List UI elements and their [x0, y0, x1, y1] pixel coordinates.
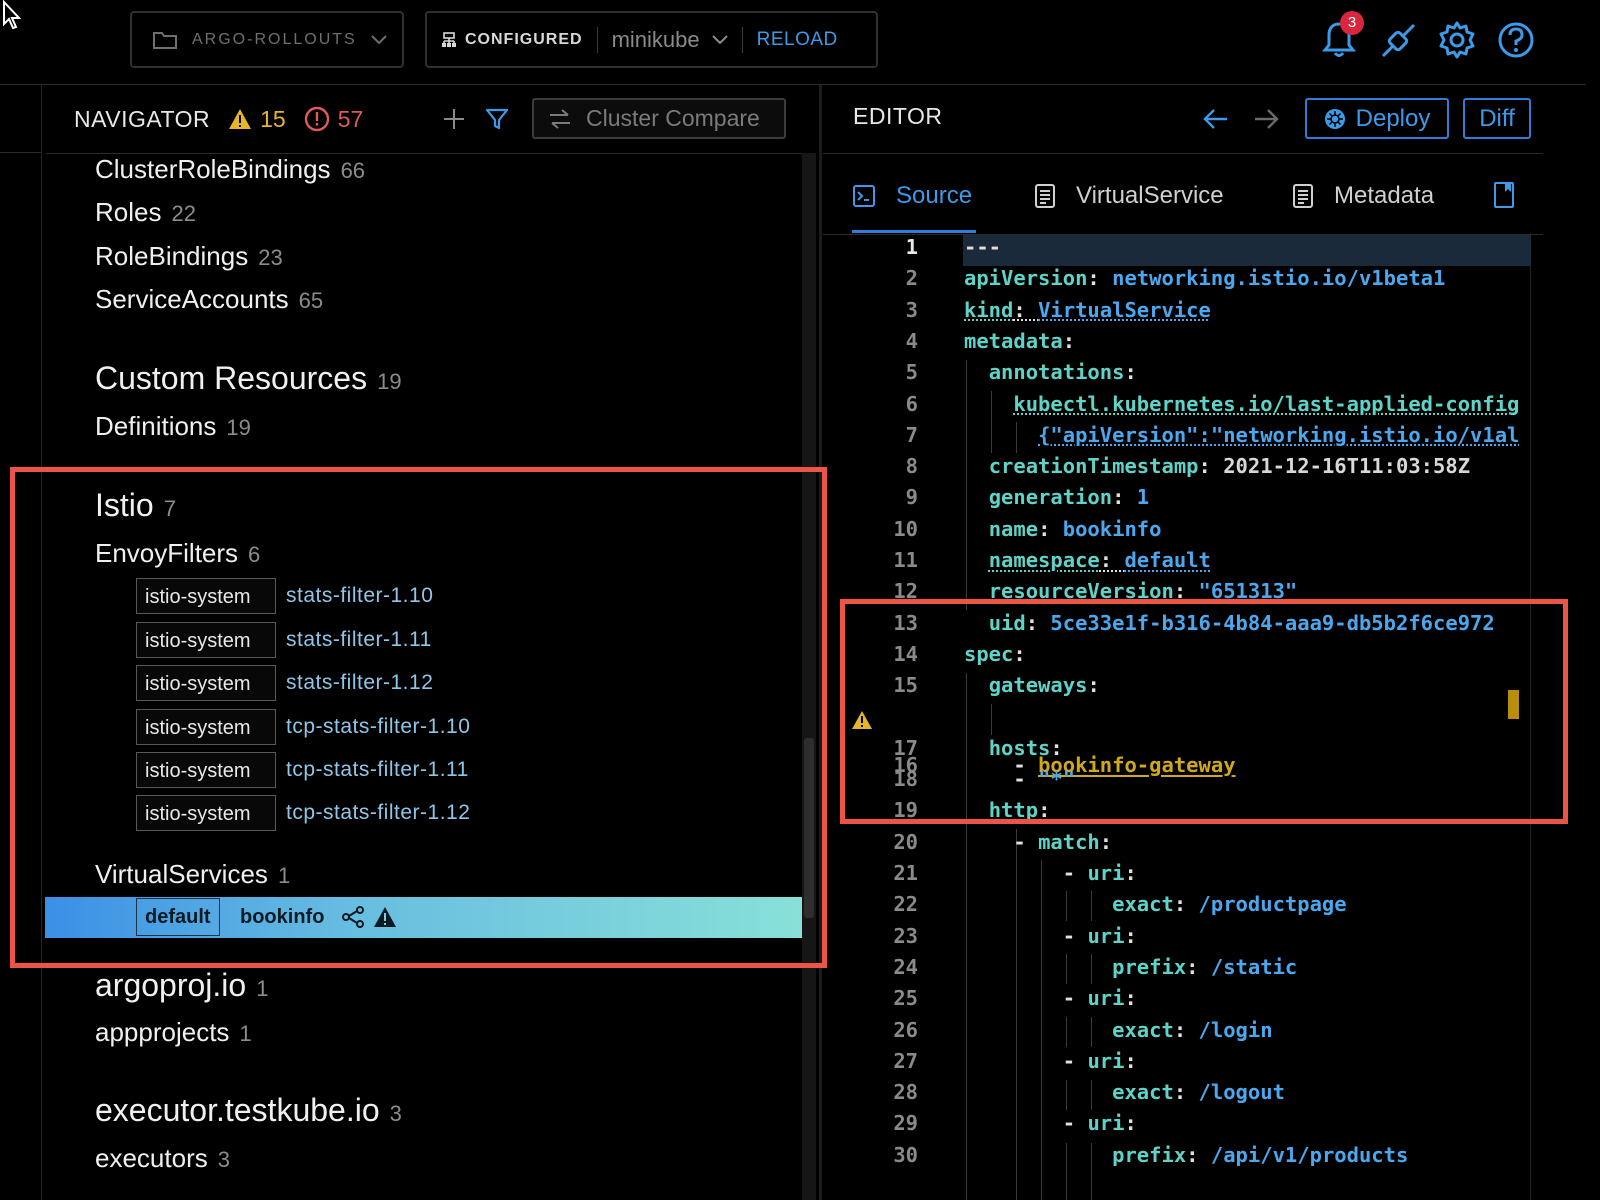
code-line: 3 kind: VirtualService	[905, 297, 1211, 322]
navigator-title: NAVIGATOR	[74, 105, 211, 132]
code-line: 29 - uri:	[893, 1111, 1137, 1136]
nav-item-roles[interactable]: Roles 22	[95, 197, 196, 228]
nav-group-argoproj[interactable]: argoproj.io 1	[95, 967, 268, 1004]
navigator-header: NAVIGATOR 15 57	[74, 101, 363, 137]
tab-label: VirtualService	[1076, 182, 1224, 209]
code-line: 9 generation: 1	[905, 485, 1150, 510]
filter-icon[interactable]	[485, 107, 509, 131]
warning-icon[interactable]	[228, 108, 252, 130]
plus-icon[interactable]	[443, 108, 465, 130]
code-line: 2 apiVersion: networking.istio.io/v1beta1	[905, 266, 1446, 291]
code-line: 20 - match:	[893, 829, 1113, 854]
deploy-button[interactable]: Deploy	[1305, 98, 1449, 139]
cluster-icon	[442, 31, 456, 47]
terminal-icon	[853, 185, 875, 207]
nav-item-serviceaccounts[interactable]: ServiceAccounts 65	[95, 284, 323, 315]
error-count: 57	[337, 105, 364, 132]
nav-item-rolebindings[interactable]: RoleBindings 23	[95, 241, 283, 272]
project-selector[interactable]: ARGO-ROLLOUTS	[130, 11, 404, 68]
code-line: 8 creationTimestamp: 2021-12-16T11:03:58…	[905, 454, 1471, 479]
plug-icon[interactable]	[1379, 20, 1417, 60]
chevron-down-icon[interactable]	[711, 34, 728, 45]
code-line: 10 name: bookinfo	[893, 516, 1162, 541]
document-icon	[1035, 184, 1055, 208]
cursor-icon	[3, 0, 22, 30]
cluster-status-label: CONFIGURED	[465, 30, 583, 48]
editor-title: EDITOR	[853, 103, 943, 129]
active-tab-indicator	[852, 230, 976, 233]
nav-item-executors[interactable]: executors 3	[95, 1143, 230, 1174]
nav-item-appprojects[interactable]: appprojects 1	[95, 1017, 252, 1048]
code-line: 11 namespace: default	[893, 548, 1211, 572]
project-name: ARGO-ROLLOUTS	[192, 30, 357, 48]
code-line: 7 {"apiVersion":"networking.istio.io/v1a…	[905, 422, 1520, 447]
arrow-left-icon[interactable]	[1203, 107, 1229, 131]
code-line: 21 - uri:	[893, 861, 1137, 885]
nav-group-testkube[interactable]: executor.testkube.io 3	[95, 1092, 402, 1129]
help-icon[interactable]	[1497, 20, 1535, 60]
notification-badge: 3	[1340, 11, 1364, 35]
cluster-compare-button[interactable]: Cluster Compare	[532, 98, 786, 139]
code-line: 25 - uri:	[893, 986, 1137, 1011]
code-line: 24 prefix: /static	[893, 954, 1298, 979]
gear-icon[interactable]	[1437, 20, 1477, 60]
deploy-label: Deploy	[1355, 104, 1431, 132]
divider	[596, 26, 598, 53]
bookmark-icon[interactable]	[1492, 181, 1516, 209]
tab-label: Source	[896, 182, 973, 209]
highlight-box-navigator	[10, 467, 827, 968]
arrow-right-icon[interactable]	[1253, 107, 1279, 131]
helm-icon	[1324, 108, 1345, 129]
cluster-status: CONFIGURED	[441, 31, 583, 49]
tab-virtualservice[interactable]: VirtualService	[1034, 178, 1224, 214]
code-line: 26 exact: /login	[893, 1017, 1273, 1042]
cluster-selector: CONFIGURED minikube RELOAD	[425, 11, 878, 68]
tab-source[interactable]: Source	[852, 178, 972, 214]
tab-metadata[interactable]: Metadata	[1292, 178, 1434, 214]
divider	[741, 26, 743, 53]
error-icon[interactable]	[304, 106, 330, 132]
code-line: 1 ---	[905, 235, 1002, 259]
code-line: 30 prefix: /api/v1/products	[893, 1142, 1409, 1167]
diff-button[interactable]: Diff	[1463, 98, 1531, 139]
nav-group-custom-resources[interactable]: Custom Resources 19	[95, 360, 402, 397]
code-line: 22 exact: /productpage	[893, 892, 1347, 917]
chevron-down-icon	[370, 34, 387, 44]
nav-item-clusterrolebindings[interactable]: ClusterRoleBindings 66	[95, 154, 365, 185]
divider	[823, 153, 1543, 154]
code-line: 27 - uri:	[893, 1048, 1137, 1073]
compare-icon	[550, 108, 570, 129]
tab-label: Metadata	[1334, 182, 1435, 209]
folder-icon	[153, 31, 177, 49]
cluster-compare-label: Cluster Compare	[586, 105, 760, 131]
code-line: 28 exact: /logout	[893, 1080, 1285, 1105]
document-icon	[1293, 184, 1313, 208]
highlight-box-editor	[840, 599, 1568, 824]
context-select[interactable]: minikube	[612, 27, 700, 53]
reload-button[interactable]: RELOAD	[757, 29, 838, 51]
code-line: 23 - uri:	[893, 923, 1137, 948]
warning-count: 15	[260, 105, 286, 132]
code-line: 6 kubectl.kubernetes.io/last-applied-con…	[905, 391, 1520, 416]
code-line: 5 annotations:	[905, 360, 1137, 385]
code-line: 4 metadata:	[905, 328, 1076, 353]
nav-item-definitions[interactable]: Definitions 19	[95, 411, 251, 442]
